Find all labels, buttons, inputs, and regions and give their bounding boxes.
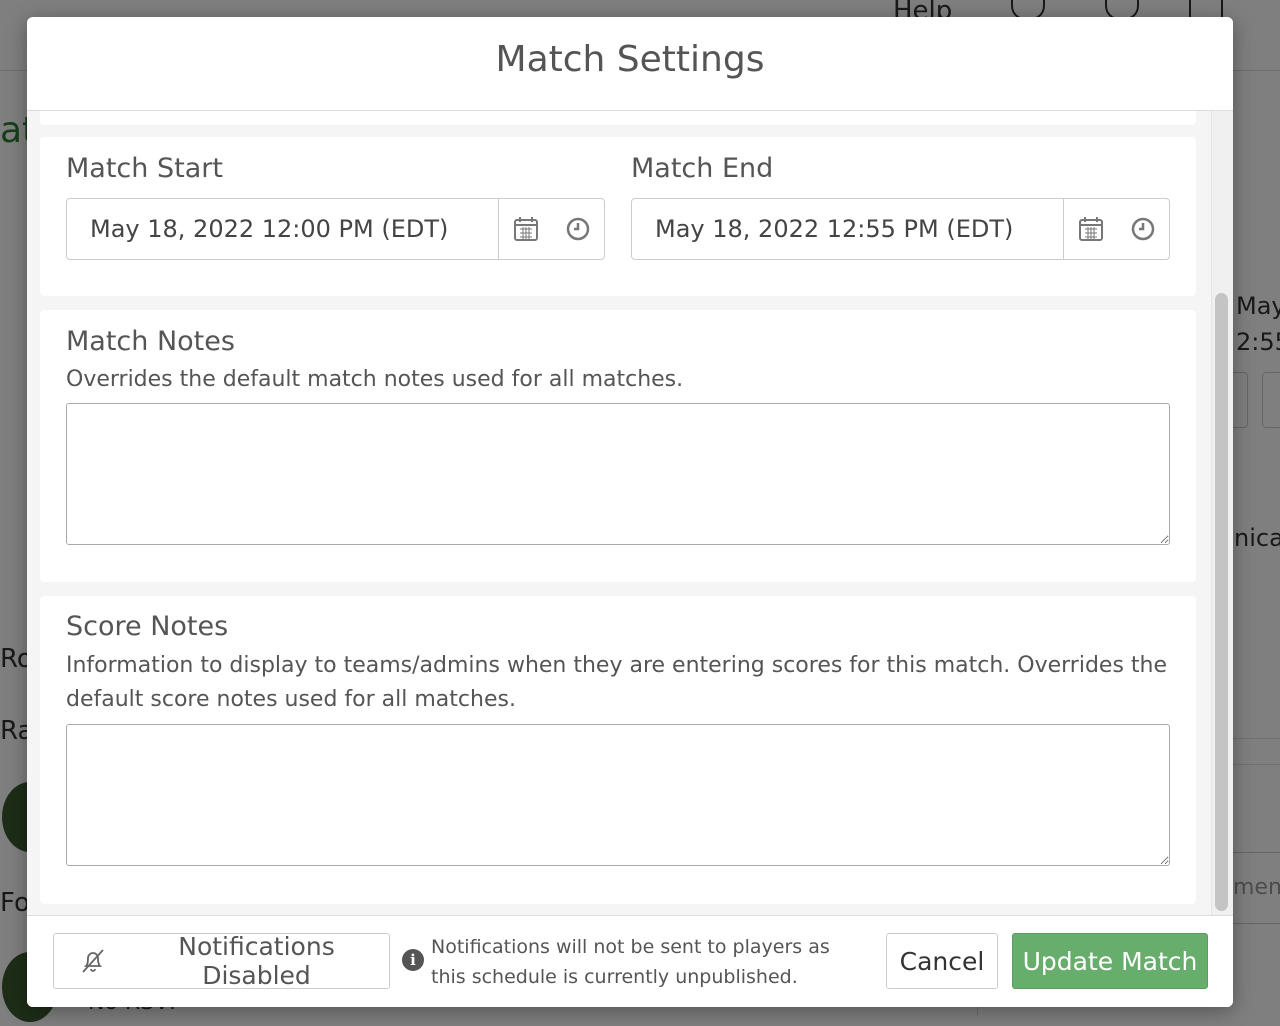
cancel-button[interactable]: Cancel: [886, 933, 998, 989]
modal-footer: Notifications Disabled i Notifications w…: [27, 915, 1233, 1007]
match-dates-card: Match Start Match End: [40, 137, 1196, 296]
calendar-icon[interactable]: [1065, 199, 1117, 259]
match-notes-card: Match Notes Overrides the default match …: [40, 310, 1196, 582]
match-settings-modal: Match Settings Match Start Match End: [27, 17, 1233, 1007]
modal-header: Match Settings: [27, 17, 1233, 111]
score-notes-label: Score Notes: [66, 611, 229, 642]
modal-body: Match Start Match End: [27, 111, 1233, 915]
modal-scrollbar-thumb[interactable]: [1215, 293, 1228, 911]
match-notes-help: Overrides the default match notes used f…: [66, 367, 684, 392]
clock-icon[interactable]: [552, 199, 604, 259]
notifications-toggle-label: Notifications Disabled: [178, 932, 335, 990]
previous-section-card: [40, 111, 1196, 125]
match-start-input[interactable]: [67, 199, 499, 259]
modal-title: Match Settings: [495, 39, 765, 80]
bell-slash-icon: [78, 946, 108, 976]
info-icon: i: [402, 949, 424, 971]
score-notes-textarea[interactable]: [66, 724, 1170, 866]
match-notes-label: Match Notes: [66, 326, 235, 357]
score-notes-card: Score Notes Information to display to te…: [40, 596, 1196, 904]
match-notes-textarea[interactable]: [66, 403, 1170, 545]
clock-icon[interactable]: [1117, 199, 1169, 259]
match-start-picker: [66, 198, 605, 260]
notifications-notice: Notifications will not be sent to player…: [431, 936, 830, 988]
match-end-picker: [631, 198, 1170, 260]
match-end-input[interactable]: [632, 199, 1064, 259]
match-start-label: Match Start: [66, 153, 223, 184]
update-match-button[interactable]: Update Match: [1012, 933, 1208, 989]
calendar-icon[interactable]: [500, 199, 552, 259]
score-notes-help: Information to display to teams/admins w…: [66, 653, 1167, 712]
match-end-label: Match End: [631, 153, 774, 184]
notifications-toggle-button[interactable]: Notifications Disabled: [53, 932, 390, 990]
